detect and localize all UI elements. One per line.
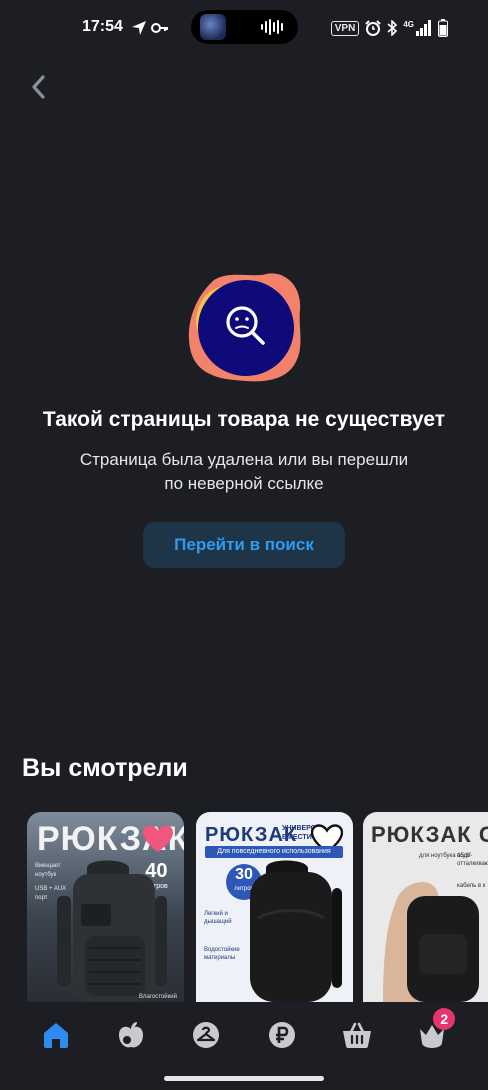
error-title: Такой страницы товара не существует bbox=[42, 408, 446, 431]
home-indicator[interactable] bbox=[164, 1076, 324, 1081]
bluetooth-icon bbox=[387, 20, 398, 36]
status-indicators: VPN 4G bbox=[330, 18, 448, 38]
nav-item-home[interactable] bbox=[31, 1010, 81, 1060]
product-card[interactable]: РЮКЗАК 40 литров Вмещает ноутбук USB + A… bbox=[27, 812, 184, 1002]
chevron-left-icon bbox=[32, 75, 45, 99]
audio-wave-icon bbox=[261, 19, 283, 35]
heart-filled-icon[interactable] bbox=[142, 824, 174, 854]
nav-item-payments[interactable] bbox=[257, 1010, 307, 1060]
back-button[interactable] bbox=[24, 72, 52, 102]
feature-list: Легкий и дышащий Водостойкие материалы bbox=[204, 910, 240, 962]
home-icon bbox=[43, 1023, 68, 1048]
recent-products-carousel[interactable]: РЮКЗАК 40 литров Вмещает ноутбук USB + A… bbox=[27, 812, 488, 1002]
sad-magnifier-icon bbox=[188, 273, 301, 382]
product-caption: Влагостойкий bbox=[139, 994, 177, 1000]
alarm-icon bbox=[365, 20, 382, 36]
banner-text: Для повседневного использования bbox=[217, 848, 331, 855]
go-to-search-button[interactable]: Перейти в поиск bbox=[143, 522, 345, 568]
backpack-image bbox=[250, 860, 342, 1002]
key-icon bbox=[151, 23, 168, 33]
recent-section-title: Вы смотрели bbox=[22, 754, 188, 782]
navigation-arrow-icon bbox=[132, 21, 146, 35]
status-bar: 17:54 VPN 4G bbox=[0, 0, 488, 56]
feature-item: для ноутбука 15,6" bbox=[419, 853, 472, 859]
product-card[interactable]: РЮКЗАК С U для ноутбука 15,6" водо-оттал… bbox=[363, 812, 488, 1002]
ruble-icon bbox=[268, 1022, 295, 1048]
vpn-badge: VPN bbox=[330, 20, 360, 36]
status-time: 17:54 bbox=[82, 18, 123, 35]
product-heading: РЮКЗАК С U bbox=[371, 822, 488, 847]
basket-icon bbox=[342, 1022, 371, 1048]
dynamic-island[interactable] bbox=[191, 10, 298, 44]
feature-item: Легкий и дышащий bbox=[204, 911, 232, 925]
profile-notification-badge: 2 bbox=[433, 1008, 456, 1030]
battery-icon bbox=[438, 19, 448, 37]
feature-item: Водостойкие материалы bbox=[204, 947, 240, 961]
nav-item-catalog[interactable] bbox=[106, 1010, 156, 1060]
nav-item-cart[interactable] bbox=[332, 1010, 382, 1060]
media-thumbnail bbox=[200, 14, 226, 40]
error-description: Страница была удалена или вы перешли по … bbox=[79, 450, 409, 493]
hanger-icon bbox=[193, 1022, 220, 1048]
backpack-image bbox=[383, 882, 479, 1002]
product-banner: Для повседневного использования bbox=[205, 846, 343, 858]
bottom-navigation: 2 bbox=[0, 1004, 488, 1066]
backpack-image bbox=[57, 860, 167, 1002]
product-card[interactable]: РЮКЗАК УНИВЕРСАЛЬНЫЙ ВМЕСТИТЕЛЬНЫЙ Для п… bbox=[196, 812, 353, 1002]
signal-icon bbox=[416, 20, 431, 36]
nav-item-profile[interactable]: 2 bbox=[407, 1008, 457, 1060]
nav-item-wardrobe[interactable] bbox=[181, 1010, 231, 1060]
apple-icon bbox=[118, 1022, 143, 1048]
network-type: 4G bbox=[403, 19, 414, 29]
